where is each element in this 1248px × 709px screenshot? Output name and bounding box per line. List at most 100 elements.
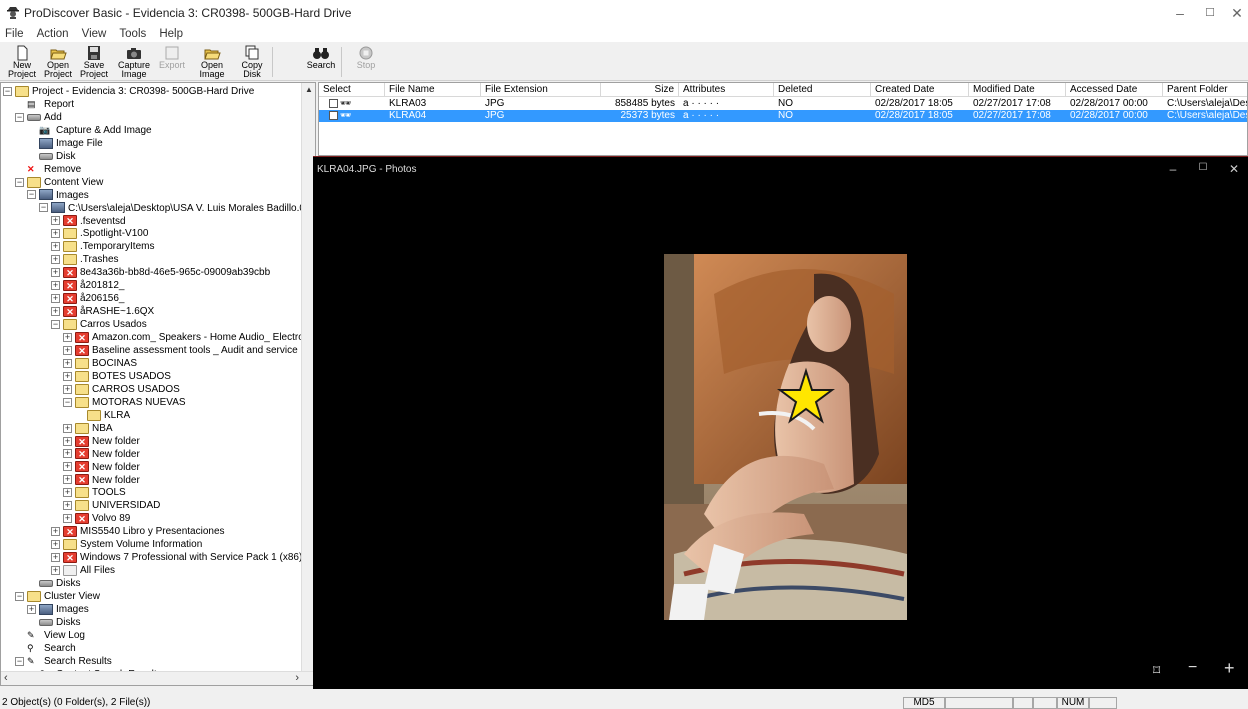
tree-node[interactable]: − MOTORAS NUEVAS — [63, 396, 186, 409]
tree-node[interactable]: + ✕ Amazon.com_ Speakers - Home Audio_ Ele… — [63, 331, 304, 344]
expand-icon[interactable]: + — [63, 358, 72, 368]
tree-node[interactable]: + BOTES USADOS — [63, 370, 171, 383]
scroll-right-icon[interactable]: › — [295, 672, 299, 684]
column-header-select[interactable]: Select — [319, 83, 385, 97]
menu-file[interactable]: File — [0, 26, 29, 42]
expand-icon[interactable]: + — [63, 449, 72, 459]
copy-disk-button[interactable]: Copy Disk — [234, 45, 270, 79]
tree-node[interactable]: + .Spotlight-V100 — [51, 227, 148, 240]
tree-node[interactable]: Disks — [27, 616, 80, 629]
search-button[interactable]: Search — [301, 45, 341, 79]
tree-node[interactable]: + ✕ 8e43a36b-bb8d-46e5-965c-09009ab39cbb — [51, 266, 270, 279]
tree-node[interactable]: + All Files — [51, 564, 115, 577]
tree-node[interactable]: + TOOLS — [63, 486, 126, 499]
select-checkbox[interactable] — [329, 98, 338, 108]
column-header-file-name[interactable]: File Name — [385, 83, 481, 97]
collapse-icon[interactable]: − — [39, 203, 48, 213]
tree-node[interactable]: − Project - Evidencia 3: CR0398- 500GB-Ha… — [3, 85, 254, 98]
tree-node[interactable]: + UNIVERSIDAD — [63, 499, 160, 512]
tree-node[interactable]: + NBA — [63, 422, 113, 435]
collapse-icon[interactable]: − — [15, 591, 24, 601]
expand-icon[interactable]: + — [51, 242, 60, 252]
fit-to-window-icon[interactable]: ⌑ — [1153, 662, 1160, 679]
expand-icon[interactable]: + — [63, 501, 72, 511]
column-header-created-date[interactable]: Created Date — [871, 83, 969, 97]
tree-node[interactable]: + ✕ MIS5540 Libro y Presentaciones — [51, 525, 225, 538]
scroll-left-icon[interactable]: ‹ — [4, 672, 8, 684]
expand-icon[interactable]: + — [63, 332, 72, 342]
tree-node[interactable]: + ✕ åRASHE~1.6QX — [51, 305, 154, 318]
expand-icon[interactable]: + — [51, 255, 60, 265]
save-project-button[interactable]: Save Project — [76, 45, 112, 79]
select-checkbox[interactable] — [329, 110, 338, 120]
tree-node[interactable]: + ✕ New folder — [63, 461, 140, 474]
table-row[interactable]: 🕶 KLRA03 JPG 858485 bytes a · · · · · NO 02/28… — [319, 98, 1247, 110]
tree-node[interactable]: − Carros Usados — [51, 318, 147, 331]
column-header-size[interactable]: Size — [601, 83, 679, 97]
tree-node[interactable]: + ✕ New folder — [63, 474, 140, 487]
tree-node[interactable]: + .Trashes — [51, 253, 119, 266]
expand-icon[interactable]: + — [51, 553, 60, 563]
expand-icon[interactable]: + — [63, 488, 72, 498]
collapse-icon[interactable]: − — [63, 397, 72, 407]
tree-horizontal-scrollbar[interactable]: ‹ › — [1, 671, 315, 685]
table-row[interactable]: 🕶 KLRA04 JPG 25373 bytes a · · · · · NO 02/28/… — [319, 110, 1247, 122]
tree-node[interactable]: + CARROS USADOS — [63, 383, 180, 396]
menu-action[interactable]: Action — [32, 26, 74, 42]
collapse-icon[interactable]: − — [15, 112, 24, 122]
tree-node[interactable]: + .TemporaryItems — [51, 240, 154, 253]
expand-icon[interactable]: + — [51, 281, 60, 291]
tree-node[interactable]: + ✕ .fseventsd — [51, 215, 126, 228]
column-header-parent-folder[interactable]: Parent Folder — [1163, 83, 1247, 97]
collapse-icon[interactable]: − — [15, 177, 24, 187]
menu-tools[interactable]: Tools — [114, 26, 151, 42]
expand-icon[interactable]: + — [27, 604, 36, 614]
tree-node[interactable]: − C:\Users\aleja\Desktop\USA V. Luis Mora… — [39, 202, 305, 215]
tree-node[interactable]: + ✕ New folder — [63, 435, 140, 448]
photos-maximize-button[interactable]: ☐ — [1193, 162, 1213, 173]
menu-view[interactable]: View — [77, 26, 112, 42]
column-header-file-extension[interactable]: File Extension — [481, 83, 601, 97]
tree-node[interactable]: − Cluster View — [15, 590, 100, 603]
expand-icon[interactable]: + — [63, 345, 72, 355]
expand-icon[interactable]: + — [51, 294, 60, 304]
column-header-attributes[interactable]: Attributes — [679, 83, 774, 97]
tree-node[interactable]: KLRA — [75, 409, 130, 422]
open-image-button[interactable]: Open Image — [194, 45, 230, 79]
file-list[interactable]: Select File Name File Extension Size Att… — [318, 82, 1248, 156]
scroll-up-icon[interactable]: ▲ — [305, 85, 313, 94]
expand-icon[interactable]: + — [63, 475, 72, 485]
tree-node[interactable]: + ✕ New folder — [63, 448, 140, 461]
column-header-modified-date[interactable]: Modified Date — [969, 83, 1066, 97]
tree-node[interactable]: − ✎ Search Results — [15, 655, 112, 668]
tree-node[interactable]: − Add — [15, 111, 62, 124]
expand-icon[interactable]: + — [63, 436, 72, 446]
tree-node[interactable]: + ✕ å201812_ — [51, 279, 125, 292]
expand-icon[interactable]: + — [51, 307, 60, 316]
expand-icon[interactable]: + — [63, 384, 72, 394]
photos-close-button[interactable]: ✕ — [1224, 162, 1244, 176]
photos-minimize-button[interactable]: – — [1163, 162, 1183, 176]
tree-node[interactable]: + ✕ Windows 7 Professional with Service Pa… — [51, 551, 302, 564]
menu-help[interactable]: Help — [154, 26, 188, 42]
tree-node[interactable]: + ✕ å206156_ — [51, 292, 125, 305]
expand-icon[interactable]: + — [51, 527, 60, 537]
zoom-in-button[interactable]: + — [1224, 658, 1235, 679]
tree-node[interactable]: Image File — [27, 137, 103, 150]
tree-node[interactable]: + System Volume Information — [51, 538, 202, 551]
collapse-icon[interactable]: − — [51, 319, 60, 329]
collapse-icon[interactable]: − — [3, 86, 12, 96]
expand-icon[interactable]: + — [51, 229, 60, 239]
tree-node[interactable]: + ✕ Baseline assessment tools _ Audit and … — [63, 344, 303, 357]
tree-node[interactable]: Disks — [27, 577, 80, 590]
column-header-deleted[interactable]: Deleted — [774, 83, 871, 97]
capture-image-button[interactable]: Capture Image — [116, 45, 152, 79]
export-button[interactable]: Export — [154, 45, 190, 79]
minimize-button[interactable]: – — [1165, 4, 1195, 22]
expand-icon[interactable]: + — [63, 514, 72, 524]
expand-icon[interactable]: + — [63, 462, 72, 472]
tree-node[interactable]: ▤ Report — [15, 98, 74, 111]
expand-icon[interactable]: + — [51, 540, 60, 550]
new-project-button[interactable]: New Project — [4, 45, 40, 79]
tree-node[interactable]: − Images — [27, 189, 89, 202]
